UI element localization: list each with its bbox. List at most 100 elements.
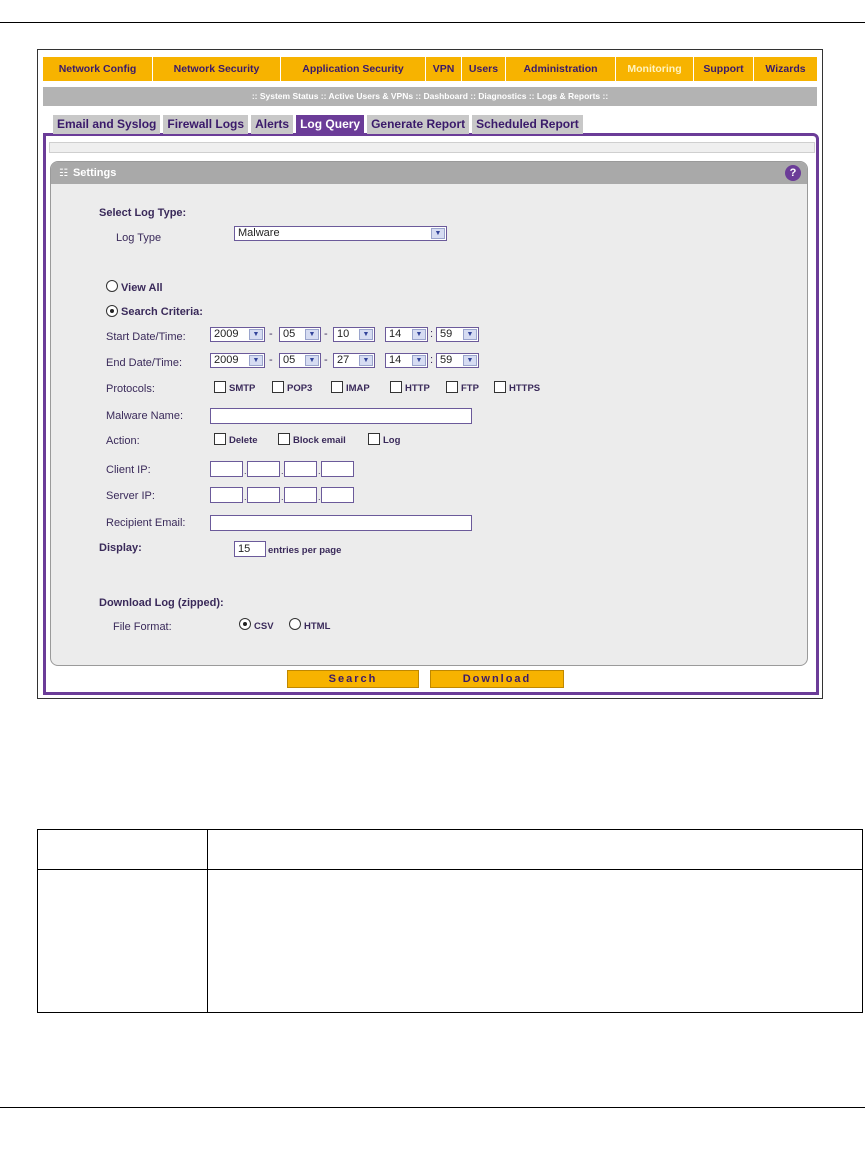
protocols-label: Protocols:: [106, 383, 155, 395]
protocol-ftp-label: FTP: [461, 383, 479, 394]
search-criteria-radio[interactable]: [106, 305, 118, 317]
tab-firewall-logs[interactable]: Firewall Logs: [163, 115, 249, 134]
log-type-select[interactable]: Malware ▼: [234, 226, 447, 241]
tab-email-syslog[interactable]: Email and Syslog: [53, 115, 161, 134]
footer-rule: [0, 1107, 865, 1108]
start-hour-select[interactable]: 14 ▼: [385, 327, 428, 342]
client-ip-octet-3[interactable]: [284, 461, 317, 477]
display-label: Display:: [99, 542, 142, 554]
table-column-divider: [207, 830, 208, 1012]
date-separator: -: [324, 328, 328, 340]
chevron-down-icon: ▼: [431, 228, 445, 239]
start-minute-select[interactable]: 59 ▼: [436, 327, 479, 342]
start-month-select[interactable]: 05 ▼: [279, 327, 321, 342]
nav-network-config[interactable]: Network Config: [43, 57, 153, 81]
protocol-pop3-label: POP3: [287, 383, 313, 394]
malware-name-input[interactable]: [210, 408, 472, 424]
end-minute: 59: [440, 354, 453, 366]
start-day-select[interactable]: 10 ▼: [333, 327, 375, 342]
start-hour: 14: [389, 328, 402, 340]
chevron-down-icon: ▼: [463, 355, 477, 366]
view-all-radio[interactable]: [106, 280, 118, 292]
end-month-select[interactable]: 05 ▼: [279, 353, 321, 368]
end-hour-select[interactable]: 14 ▼: [385, 353, 428, 368]
log-type-value: Malware: [238, 227, 280, 239]
time-separator: :: [430, 354, 434, 366]
help-icon[interactable]: ?: [785, 165, 801, 181]
subnav-dashboard[interactable]: Dashboard: [423, 91, 467, 101]
client-ip-octet-2[interactable]: [247, 461, 280, 477]
download-button[interactable]: Download: [430, 670, 564, 688]
protocol-ftp-checkbox[interactable]: [446, 381, 458, 393]
description-table: [37, 829, 863, 1013]
format-html-radio[interactable]: [289, 618, 301, 630]
protocol-smtp-label: SMTP: [229, 383, 256, 394]
search-criteria-label: Search Criteria:: [121, 306, 203, 318]
protocol-http-checkbox[interactable]: [390, 381, 402, 393]
server-ip-octet-2[interactable]: [247, 487, 280, 503]
search-button[interactable]: Search: [287, 670, 419, 688]
recipient-email-label: Recipient Email:: [106, 517, 186, 529]
action-log-label: Log: [383, 435, 401, 446]
subnav-separator: ::: [467, 91, 479, 101]
top-navigation: Network Config Network Security Applicat…: [43, 57, 817, 81]
subnav-system-status[interactable]: System Status: [260, 91, 319, 101]
table-header-divider: [38, 869, 862, 870]
date-separator: -: [324, 354, 328, 366]
subnav-separator: ::: [413, 91, 424, 101]
chevron-down-icon: ▼: [249, 329, 263, 340]
client-ip-octet-4[interactable]: [321, 461, 354, 477]
action-delete-label: Delete: [229, 435, 258, 446]
tab-log-query[interactable]: Log Query: [296, 115, 365, 134]
display-entries-input[interactable]: 15: [234, 541, 266, 557]
end-minute-select[interactable]: 59 ▼: [436, 353, 479, 368]
protocol-imap-checkbox[interactable]: [331, 381, 343, 393]
action-label: Action:: [106, 435, 140, 447]
tab-generate-report[interactable]: Generate Report: [367, 115, 470, 134]
server-ip-octet-3[interactable]: [284, 487, 317, 503]
subnav-diagnostics[interactable]: Diagnostics: [478, 91, 526, 101]
subnav-separator: ::: [526, 91, 537, 101]
date-separator: -: [269, 328, 273, 340]
download-log-heading: Download Log (zipped):: [99, 597, 224, 609]
chevron-down-icon: ▼: [305, 355, 319, 366]
chevron-down-icon: ▼: [249, 355, 263, 366]
nav-support[interactable]: Support: [694, 57, 754, 81]
nav-network-security[interactable]: Network Security: [153, 57, 281, 81]
start-day: 10: [337, 328, 350, 340]
server-ip-octet-4[interactable]: [321, 487, 354, 503]
format-csv-label: CSV: [254, 621, 274, 632]
end-year: 2009: [214, 354, 239, 366]
malware-name-label: Malware Name:: [106, 410, 184, 422]
protocol-https-checkbox[interactable]: [494, 381, 506, 393]
action-delete-checkbox[interactable]: [214, 433, 226, 445]
nav-administration[interactable]: Administration: [506, 57, 616, 81]
tab-scheduled-report[interactable]: Scheduled Report: [472, 115, 583, 134]
start-year-select[interactable]: 2009 ▼: [210, 327, 265, 342]
sub-navigation: :: System Status :: Active Users & VPNs …: [43, 87, 817, 106]
tab-bar: Email and Syslog Firewall Logs Alerts Lo…: [53, 115, 583, 134]
protocol-pop3-checkbox[interactable]: [272, 381, 284, 393]
end-day: 27: [337, 354, 350, 366]
action-log-checkbox[interactable]: [368, 433, 380, 445]
format-html-label: HTML: [304, 621, 331, 632]
protocol-smtp-checkbox[interactable]: [214, 381, 226, 393]
server-ip-octet-1[interactable]: [210, 487, 243, 503]
end-hour: 14: [389, 354, 402, 366]
nav-monitoring[interactable]: Monitoring: [616, 57, 694, 81]
action-block-email-checkbox[interactable]: [278, 433, 290, 445]
nav-wizards[interactable]: Wizards: [754, 57, 817, 81]
nav-application-security[interactable]: Application Security: [281, 57, 426, 81]
subnav-active-users[interactable]: Active Users & VPNs: [329, 91, 414, 101]
client-ip-octet-1[interactable]: [210, 461, 243, 477]
end-day-select[interactable]: 27 ▼: [333, 353, 375, 368]
nav-users[interactable]: Users: [462, 57, 506, 81]
tab-alerts[interactable]: Alerts: [251, 115, 294, 134]
recipient-email-input[interactable]: [210, 515, 472, 531]
nav-vpn[interactable]: VPN: [426, 57, 462, 81]
format-csv-radio[interactable]: [239, 618, 251, 630]
subnav-logs-reports[interactable]: Logs & Reports: [537, 91, 600, 101]
end-month: 05: [283, 354, 296, 366]
end-year-select[interactable]: 2009 ▼: [210, 353, 265, 368]
entries-per-page-label: entries per page: [268, 545, 342, 556]
